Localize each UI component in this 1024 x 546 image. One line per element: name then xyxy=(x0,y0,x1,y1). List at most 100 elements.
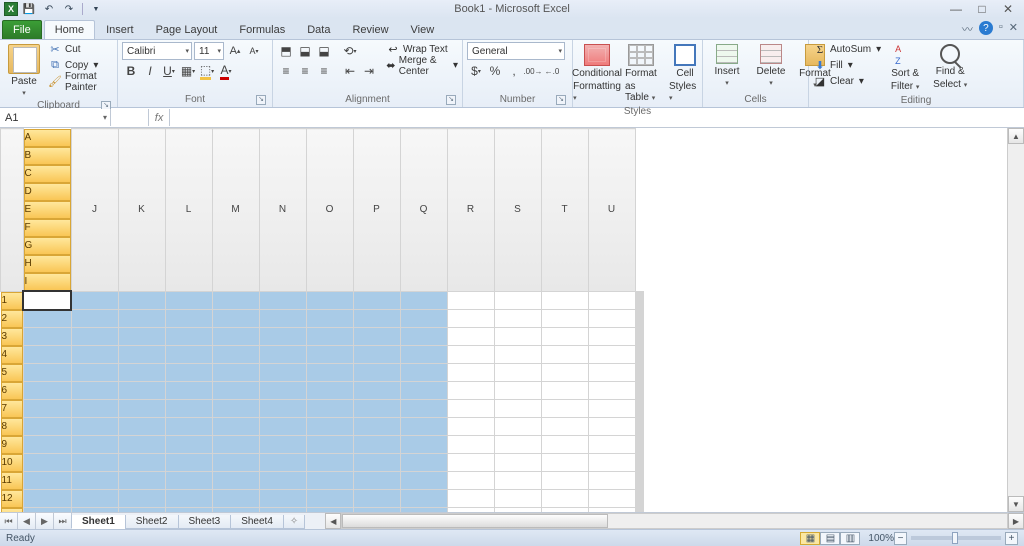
cell[interactable] xyxy=(118,328,165,346)
col-header[interactable]: J xyxy=(71,129,118,292)
cell[interactable] xyxy=(306,346,353,364)
col-header[interactable]: S xyxy=(494,129,541,292)
col-header[interactable]: U xyxy=(588,129,635,292)
cell[interactable] xyxy=(259,328,306,346)
bold-button[interactable]: B xyxy=(122,62,140,80)
cell[interactable] xyxy=(23,328,71,346)
italic-button[interactable]: I xyxy=(141,62,159,80)
cell[interactable] xyxy=(642,328,643,346)
cell[interactable] xyxy=(642,364,643,382)
underline-button[interactable]: U▾ xyxy=(160,62,178,80)
cell[interactable] xyxy=(447,400,494,418)
cell[interactable] xyxy=(71,490,118,508)
cell[interactable] xyxy=(400,346,447,364)
col-header[interactable]: G xyxy=(24,237,71,255)
cell[interactable] xyxy=(71,472,118,490)
align-top-icon[interactable]: ⬒ xyxy=(277,42,295,60)
cell[interactable] xyxy=(400,310,447,328)
col-header[interactable]: L xyxy=(165,129,212,292)
autosum-button[interactable]: ΣAutoSum▾ xyxy=(813,42,881,57)
find-select-button[interactable]: Find &Select ▾ xyxy=(929,42,971,92)
cell[interactable] xyxy=(23,490,71,508)
font-size-select[interactable]: 11▾ xyxy=(194,42,224,60)
cell[interactable] xyxy=(588,490,635,508)
cell[interactable] xyxy=(447,364,494,382)
cell[interactable] xyxy=(165,364,212,382)
cell[interactable] xyxy=(259,364,306,382)
cell[interactable] xyxy=(400,364,447,382)
row-header[interactable]: 2 xyxy=(1,310,23,328)
font-name-select[interactable]: Calibri▾ xyxy=(122,42,192,60)
insert-cells-button[interactable]: Insert▾ xyxy=(707,42,747,89)
grow-font-icon[interactable]: A▴ xyxy=(226,42,244,60)
normal-view-icon[interactable]: ▦ xyxy=(800,532,820,545)
cell[interactable] xyxy=(23,382,71,400)
cell[interactable] xyxy=(642,346,643,364)
cell[interactable] xyxy=(494,382,541,400)
cell[interactable] xyxy=(400,291,447,310)
cell[interactable] xyxy=(588,328,635,346)
fill-button[interactable]: ⬇Fill▾ xyxy=(813,58,881,73)
increase-indent-icon[interactable]: ⇥ xyxy=(360,62,378,80)
cell[interactable] xyxy=(212,364,259,382)
cell[interactable] xyxy=(494,400,541,418)
page-break-view-icon[interactable]: ▥ xyxy=(840,532,860,545)
format-as-table-button[interactable]: Formatas Table ▾ xyxy=(621,42,661,105)
clear-button[interactable]: ◪Clear▾ xyxy=(813,74,881,89)
cell[interactable] xyxy=(118,400,165,418)
cell[interactable] xyxy=(23,454,71,472)
cell[interactable] xyxy=(541,418,588,436)
row-header[interactable]: 6 xyxy=(1,382,23,400)
cell[interactable] xyxy=(212,418,259,436)
font-color-button[interactable]: A▾ xyxy=(217,62,235,80)
cell[interactable] xyxy=(588,346,635,364)
row-header[interactable]: 3 xyxy=(1,328,23,346)
delete-cells-button[interactable]: Delete▾ xyxy=(751,42,791,89)
cell[interactable] xyxy=(306,418,353,436)
cell[interactable] xyxy=(588,418,635,436)
cell[interactable] xyxy=(353,436,400,454)
cell[interactable] xyxy=(212,490,259,508)
cell[interactable] xyxy=(23,346,71,364)
col-header[interactable]: T xyxy=(541,129,588,292)
cell[interactable] xyxy=(494,490,541,508)
scroll-left-icon[interactable]: ◀ xyxy=(325,513,341,529)
zoom-out-icon[interactable]: − xyxy=(894,532,907,545)
cell[interactable] xyxy=(165,346,212,364)
comma-format-icon[interactable]: , xyxy=(505,62,523,80)
cell[interactable] xyxy=(259,418,306,436)
cell[interactable] xyxy=(588,382,635,400)
cell[interactable] xyxy=(118,454,165,472)
cell[interactable] xyxy=(165,490,212,508)
scroll-down-icon[interactable]: ▼ xyxy=(1008,496,1024,512)
cell[interactable] xyxy=(165,382,212,400)
border-button[interactable]: ▦▾ xyxy=(179,62,197,80)
cell[interactable] xyxy=(306,310,353,328)
fx-icon[interactable]: fx xyxy=(149,109,171,126)
cell[interactable] xyxy=(447,291,494,310)
col-header[interactable]: Q xyxy=(400,129,447,292)
page-layout-view-icon[interactable]: ▤ xyxy=(820,532,840,545)
cell[interactable] xyxy=(541,310,588,328)
cell[interactable] xyxy=(353,418,400,436)
cell[interactable] xyxy=(23,418,71,436)
cell[interactable] xyxy=(400,490,447,508)
col-header[interactable]: O xyxy=(306,129,353,292)
cell[interactable] xyxy=(23,436,71,454)
cell[interactable] xyxy=(118,472,165,490)
cell[interactable] xyxy=(212,328,259,346)
cell[interactable] xyxy=(353,310,400,328)
col-header[interactable]: E xyxy=(24,201,71,219)
cell[interactable] xyxy=(588,364,635,382)
cell[interactable] xyxy=(494,310,541,328)
align-center-icon[interactable]: ≡ xyxy=(296,62,314,80)
tab-formulas[interactable]: Formulas xyxy=(228,20,296,39)
cell[interactable] xyxy=(259,400,306,418)
cell[interactable] xyxy=(642,382,643,400)
col-header[interactable]: D xyxy=(24,183,71,201)
cell[interactable] xyxy=(118,310,165,328)
minimize-ribbon-icon[interactable]: 〰 xyxy=(962,21,973,37)
cell[interactable] xyxy=(259,436,306,454)
cell[interactable] xyxy=(118,436,165,454)
col-header[interactable]: F xyxy=(24,219,71,237)
